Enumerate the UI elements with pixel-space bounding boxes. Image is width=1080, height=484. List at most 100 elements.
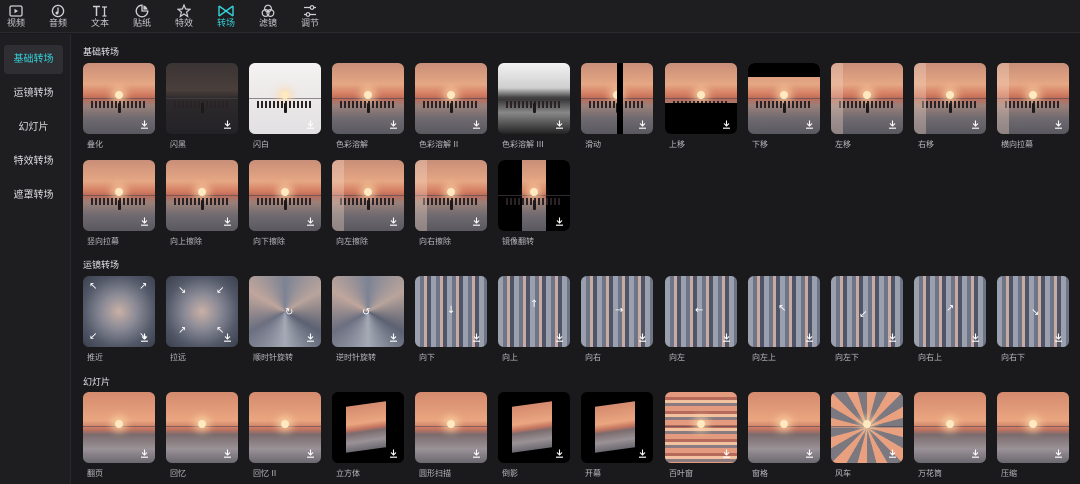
transition-label: 镜像翻转 (502, 237, 534, 246)
sticker-icon (134, 3, 150, 18)
arrow-icon: ↙ (859, 309, 868, 320)
transition-tile-basic-1[interactable] (166, 63, 238, 134)
transition-label: 风车 (835, 469, 851, 478)
transition-tile-basic-12[interactable] (83, 160, 155, 231)
arrow-icon: ↘ (178, 285, 187, 296)
transition-label: 窗格 (752, 469, 768, 478)
toolbar-tab-label: 调节 (300, 19, 319, 29)
transition-tile-basic-10[interactable] (914, 63, 986, 134)
transition-tile-basic-8[interactable] (748, 63, 820, 134)
transition-label: 向左 (669, 353, 685, 362)
toolbar-tab-text[interactable]: 文本 (79, 0, 121, 33)
transition-label: 向右 (585, 353, 601, 362)
arrow-icon: ↖ (778, 303, 787, 314)
effects-icon (176, 3, 192, 18)
transition-label: 立方体 (336, 469, 360, 478)
transition-label: 翻页 (87, 469, 103, 478)
top-toolbar: 视频 音频 文本 贴纸 特效 转场 滤镜 调节 (0, 0, 1080, 33)
transition-label: 向右上 (918, 353, 942, 362)
transition-tile-basic-11[interactable] (997, 63, 1069, 134)
transition-tile-basic-9[interactable] (831, 63, 903, 134)
audio-icon (50, 3, 66, 18)
arrow-icon: ↙ (216, 285, 225, 296)
transition-tile-slides-1[interactable] (166, 392, 238, 463)
transition-tile-slides-4[interactable] (415, 392, 487, 463)
transition-tile-slides-11[interactable] (997, 392, 1069, 463)
transition-label: 横向拉幕 (1001, 140, 1033, 149)
toolbar-tab-label: 文本 (90, 19, 109, 29)
transition-label: 向左上 (752, 353, 776, 362)
transition-tile-slides-2[interactable] (249, 392, 321, 463)
transition-tile-basic-6[interactable] (581, 63, 653, 134)
toolbar-tab-video[interactable]: 视频 (0, 0, 37, 33)
toolbar-tab-filter[interactable]: 滤镜 (247, 0, 289, 33)
transition-tile-basic-5[interactable] (498, 63, 570, 134)
transition-icon (218, 3, 234, 18)
transition-tile-basic-3[interactable] (332, 63, 404, 134)
arrow-icon: ↺ (362, 307, 371, 318)
transition-label: 下移 (752, 140, 768, 149)
transition-tile-slides-8[interactable] (748, 392, 820, 463)
transition-tile-basic-17[interactable] (498, 160, 570, 231)
transition-label: 闪白 (253, 140, 269, 149)
section-title-basic: 基础转场 (83, 48, 120, 58)
transition-tile-basic-15[interactable] (332, 160, 404, 231)
transition-label: 色彩溶解 II (419, 140, 459, 149)
toolbar-tab-effects[interactable]: 特效 (163, 0, 205, 33)
transition-tile-basic-2[interactable] (249, 63, 321, 134)
sidebar-item-3[interactable]: 特效转场 (4, 147, 63, 176)
transition-label: 逆时针旋转 (336, 353, 376, 362)
transition-label: 向右下 (1001, 353, 1025, 362)
toolbar-tab-transition[interactable]: 转场 (205, 0, 247, 33)
sidebar-item-4[interactable]: 遮罩转场 (4, 181, 63, 210)
transition-label: 向下 (419, 353, 435, 362)
arrow-icon: ↘ (139, 331, 148, 342)
transition-tile-camera-1[interactable] (166, 276, 238, 347)
transition-tile-slides-5[interactable] (498, 392, 570, 463)
transition-label: 色彩溶解 III (502, 140, 544, 149)
arrow-icon: ↖ (89, 281, 98, 292)
transition-label: 向右擦除 (419, 237, 451, 246)
toolbar-tab-label: 视频 (6, 19, 25, 29)
toolbar-tab-label: 贴纸 (132, 19, 151, 29)
toolbar-tab-adjust[interactable]: 调节 (289, 0, 331, 33)
transition-tile-basic-16[interactable] (415, 160, 487, 231)
toolbar-tab-label: 滤镜 (258, 19, 277, 29)
transition-label: 右移 (918, 140, 934, 149)
transition-label: 滑动 (585, 140, 601, 149)
transition-label: 向上 (502, 353, 518, 362)
transition-label: 向上擦除 (170, 237, 202, 246)
text-icon (92, 3, 108, 18)
transition-tile-camera-5[interactable] (498, 276, 570, 347)
toolbar-tab-sticker[interactable]: 贴纸 (121, 0, 163, 33)
transition-label: 向左擦除 (336, 237, 368, 246)
arrow-icon: ↘ (1031, 307, 1040, 318)
transition-tile-slides-7[interactable] (665, 392, 737, 463)
sidebar-item-1[interactable]: 运镜转场 (4, 79, 63, 108)
transition-label: 压缩 (1001, 469, 1017, 478)
transition-tile-basic-7[interactable] (665, 63, 737, 134)
arrow-icon: ↻ (285, 307, 294, 318)
transition-tile-slides-0[interactable] (83, 392, 155, 463)
arrow-icon: ← (695, 305, 704, 316)
transition-label: 色彩溶解 (336, 140, 368, 149)
transition-label: 推近 (87, 353, 103, 362)
toolbar-tab-label: 转场 (216, 19, 235, 29)
transition-tile-slides-9[interactable] (831, 392, 903, 463)
toolbar-tab-label: 特效 (174, 19, 193, 29)
transition-tile-basic-4[interactable] (415, 63, 487, 134)
video-icon (8, 3, 24, 18)
arrow-icon: ↗ (946, 303, 955, 314)
transition-label: 倒影 (502, 469, 518, 478)
sidebar-item-2[interactable]: 幻灯片 (4, 113, 63, 142)
transition-tile-slides-10[interactable] (914, 392, 986, 463)
sidebar-item-0[interactable]: 基础转场 (4, 45, 63, 74)
arrow-icon: ↖ (216, 325, 225, 336)
toolbar-tab-audio[interactable]: 音频 (37, 0, 79, 33)
transition-label: 叠化 (87, 140, 103, 149)
transition-tile-slides-3[interactable] (332, 392, 404, 463)
transition-tile-basic-14[interactable] (249, 160, 321, 231)
transition-tile-basic-13[interactable] (166, 160, 238, 231)
transition-tile-slides-6[interactable] (581, 392, 653, 463)
transition-tile-basic-0[interactable] (83, 63, 155, 134)
